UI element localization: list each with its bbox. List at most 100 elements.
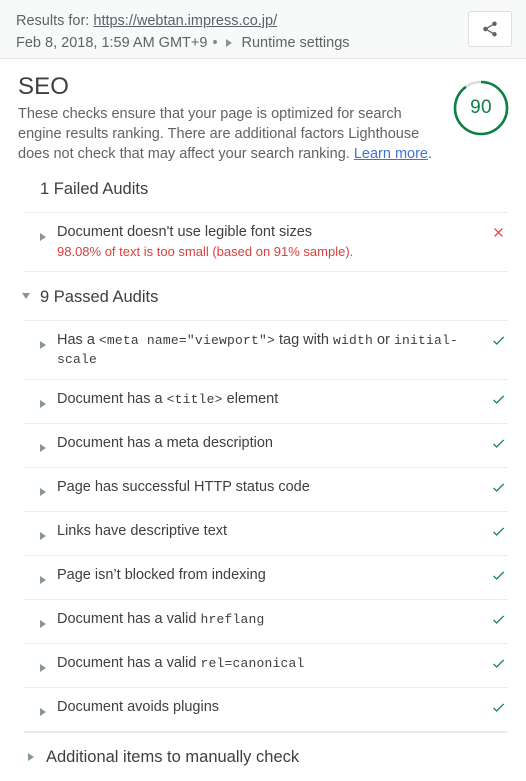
manual-items-label: Additional items to manually check [46, 748, 300, 766]
check-icon [492, 571, 504, 580]
passed-audits-title: 9 Passed Audits [40, 288, 159, 306]
audit-code-fragment: rel=canonical [200, 656, 305, 671]
audit-title-text: Document has a [57, 391, 167, 407]
chevron-right-icon [40, 708, 46, 716]
audit-row[interactable]: Document has a meta description [24, 424, 508, 468]
chevron-right-icon [40, 444, 46, 452]
audit-expand-toggle[interactable] [24, 434, 56, 457]
failed-audits-section: 1 Failed Audits Document doesn't use leg… [0, 164, 526, 272]
bullet-separator: • [212, 35, 218, 51]
check-icon [492, 659, 504, 668]
audit-title: Document has a meta description [56, 434, 488, 453]
x-icon [493, 228, 503, 237]
description-period: . [428, 146, 433, 162]
failed-audits-title: 1 Failed Audits [40, 180, 149, 198]
check-icon [492, 395, 504, 404]
audit-expand-toggle[interactable] [24, 223, 56, 246]
audit-expand-toggle[interactable] [24, 331, 56, 354]
audit-title-text: Document avoids plugins [57, 699, 220, 715]
passed-audits-toggle[interactable]: 9 Passed Audits [18, 272, 508, 320]
audit-row[interactable]: Document has a valid hreflang [24, 600, 508, 644]
audit-code-fragment: <meta name="viewport"> [98, 333, 275, 348]
results-for-label: Results for: [16, 13, 90, 29]
audit-expand-toggle[interactable] [24, 566, 56, 589]
chevron-right-icon [40, 233, 46, 241]
audit-title-text: Links have descriptive text [57, 523, 228, 539]
audit-row[interactable]: Document has a valid rel=canonical [24, 644, 508, 688]
audit-row[interactable]: Document avoids plugins [24, 688, 508, 732]
chevron-right-icon [225, 39, 232, 47]
check-icon [492, 703, 504, 712]
audited-url-link[interactable]: https://webtan.impress.co.jp/ [93, 13, 277, 29]
audit-status-icon [488, 698, 508, 715]
audit-title: Document avoids plugins [56, 698, 488, 717]
audit-title: Document doesn't use legible font sizes 9… [56, 223, 488, 261]
audit-title-text: Page has successful HTTP status code [57, 479, 310, 495]
audit-expand-toggle[interactable] [24, 698, 56, 721]
audit-title: Document has a <title> element [56, 390, 488, 409]
audit-title-text: Document has a valid [57, 611, 201, 627]
audit-title-text: Page isn’t blocked from indexing [57, 567, 266, 583]
check-icon [492, 527, 504, 536]
audit-status-icon [488, 434, 508, 451]
runtime-settings-toggle[interactable]: Runtime settings [225, 33, 350, 53]
audit-status-icon [488, 223, 508, 240]
audit-title-text: or [373, 332, 394, 348]
audit-expand-toggle[interactable] [24, 610, 56, 633]
audit-expand-toggle[interactable] [24, 522, 56, 545]
failed-audits-list: Document doesn't use legible font sizes 9… [24, 212, 508, 272]
audit-expand-toggle[interactable] [24, 478, 56, 501]
learn-more-link[interactable]: Learn more [354, 146, 428, 162]
category-description: These checks ensure that your page is op… [18, 104, 438, 164]
chevron-right-icon [28, 753, 34, 761]
audit-row[interactable]: Links have descriptive text [24, 512, 508, 556]
check-icon [492, 439, 504, 448]
audit-status-icon [488, 478, 508, 495]
manual-items-toggle[interactable]: Additional items to manually check [24, 732, 508, 781]
audit-title-text: tag with [274, 332, 333, 348]
audit-row[interactable]: Document has a <title> element [24, 380, 508, 424]
audit-code-fragment: hreflang [200, 612, 265, 627]
chevron-right-icon [40, 664, 46, 672]
chevron-right-icon [40, 576, 46, 584]
audit-code-fragment: width [332, 333, 373, 348]
lighthouse-seo-report: Results for: https://webtan.impress.co.j… [0, 0, 526, 766]
audit-row[interactable]: Page isn’t blocked from indexing [24, 556, 508, 600]
audit-row[interactable]: Has a <meta name="viewport"> tag with wi… [24, 321, 508, 380]
manual-items-section: Additional items to manually check [0, 732, 526, 781]
chevron-right-icon [40, 488, 46, 496]
share-button[interactable] [468, 11, 512, 47]
audit-title-text: Document has a valid [57, 655, 201, 671]
audit-status-icon [488, 566, 508, 583]
audit-code-fragment: <title> [166, 392, 223, 407]
category-title: SEO [18, 73, 69, 100]
chevron-right-icon [40, 532, 46, 540]
passed-audits-list: Has a <meta name="viewport"> tag with wi… [24, 320, 508, 732]
report-header: Results for: https://webtan.impress.co.j… [0, 0, 526, 59]
chevron-down-icon [22, 293, 30, 299]
results-for-line: Results for: https://webtan.impress.co.j… [16, 11, 350, 31]
audit-title: Document has a valid rel=canonical [56, 654, 488, 673]
audit-expand-toggle[interactable] [24, 390, 56, 413]
check-icon [492, 615, 504, 624]
audit-expand-toggle[interactable] [24, 654, 56, 677]
chevron-right-icon [40, 341, 46, 349]
category-score-block: SEO These checks ensure that your page i… [0, 59, 526, 164]
audit-title-text: Document has a meta description [57, 435, 273, 451]
category-copy: SEO These checks ensure that your page i… [18, 73, 438, 164]
audit-detail: 98.08% of text is too small (based on 91… [57, 244, 354, 259]
chevron-right-icon [40, 400, 46, 408]
audit-title-text: element [222, 391, 279, 407]
audit-status-icon [488, 331, 508, 348]
runtime-settings-label: Runtime settings [241, 35, 350, 51]
audit-status-icon [488, 390, 508, 407]
audit-row[interactable]: Document doesn't use legible font sizes 9… [24, 213, 508, 272]
check-icon [492, 483, 504, 492]
audit-row[interactable]: Page has successful HTTP status code [24, 468, 508, 512]
audit-status-icon [488, 522, 508, 539]
header-text-block: Results for: https://webtan.impress.co.j… [16, 10, 350, 53]
audit-title-text: Document doesn't use legible font sizes [57, 224, 313, 240]
audit-title: Page has successful HTTP status code [56, 478, 488, 497]
audit-title: Links have descriptive text [56, 522, 488, 541]
report-timestamp: Feb 8, 2018, 1:59 AM GMT+9 [16, 35, 208, 51]
